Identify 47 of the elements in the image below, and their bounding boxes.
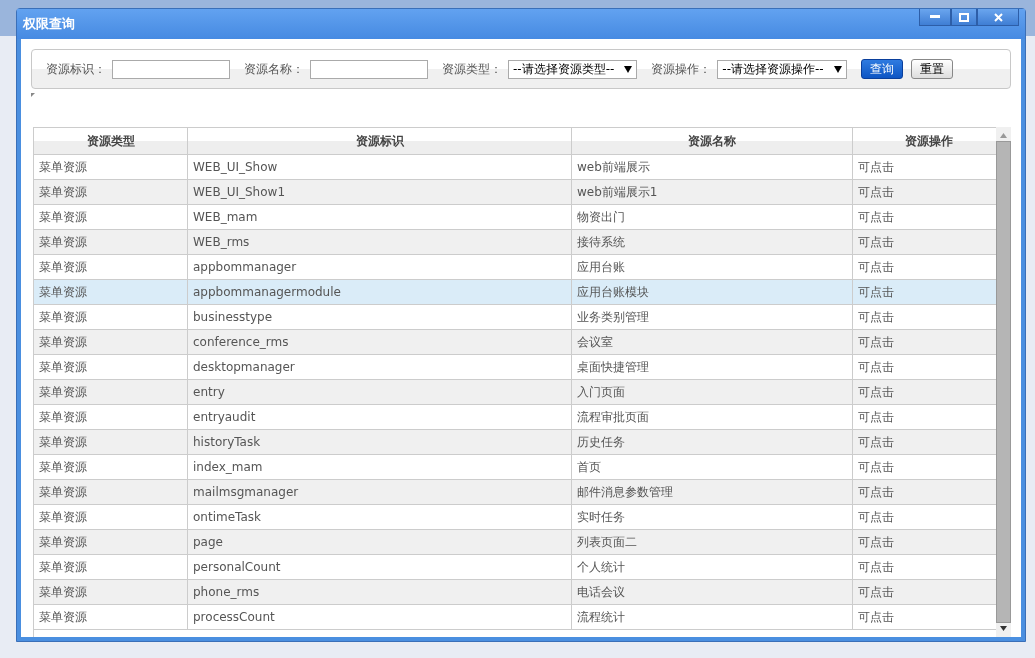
- close-button[interactable]: [977, 9, 1019, 26]
- table-row[interactable]: 菜单资源 WEB_rms 接待系统 可点击: [34, 230, 996, 255]
- input-field[interactable]: [112, 59, 230, 79]
- window-title: 权限查询: [23, 15, 75, 33]
- dropdown-arrow-icon: [833, 65, 842, 73]
- dropdown[interactable]: --请选择资源操作--: [717, 59, 847, 79]
- maximize-button[interactable]: [951, 9, 977, 26]
- reset-button[interactable]: 重置: [910, 59, 953, 79]
- table-row[interactable]: 菜单资源 appbommanagermodule 应用台账模块 可点击: [34, 280, 996, 305]
- column-header[interactable]: 资源类型: [34, 127, 188, 155]
- table-cell: processCount: [188, 605, 572, 630]
- minimize-icon: [930, 15, 940, 19]
- dropdown[interactable]: --请选择资源类型--: [508, 59, 638, 79]
- table-row[interactable]: 菜单资源 businesstype 业务类别管理 可点击: [34, 305, 996, 330]
- field-label: 资源操作：: [651, 60, 712, 78]
- table-row[interactable]: 菜单资源 appbommanager 应用台账 可点击: [34, 255, 996, 280]
- column-header[interactable]: 资源操作: [853, 127, 996, 155]
- table-row[interactable]: 菜单资源 entry 入门页面 可点击: [34, 380, 996, 405]
- table-row[interactable]: 菜单资源 historyTask 历史任务 可点击: [34, 430, 996, 455]
- table-row[interactable]: 菜单资源 WEB_UI_Show web前端展示 可点击: [34, 155, 996, 180]
- table-row[interactable]: 菜单资源 desktopmanager 桌面快捷管理 可点击: [34, 355, 996, 380]
- table-row[interactable]: 菜单资源 index_mam 首页 可点击: [34, 455, 996, 480]
- field-label: 资源标识：: [46, 60, 106, 78]
- table-row[interactable]: 菜单资源 phone_rms 电话会议 可点击: [34, 580, 996, 605]
- maximize-icon: [959, 12, 969, 22]
- column-header[interactable]: 资源标识: [188, 127, 572, 155]
- scroll-down-icon[interactable]: [1000, 626, 1007, 631]
- table-row[interactable]: 菜单资源 ontimeTask 实时任务 可点击: [34, 505, 996, 530]
- dropdown-arrow-icon: [624, 65, 633, 73]
- column-header[interactable]: 资源名称: [572, 127, 853, 155]
- table-row[interactable]: 菜单资源 entryaudit 流程审批页面 可点击: [34, 405, 996, 430]
- minimize-button[interactable]: [919, 9, 951, 26]
- field-label: 资源类型：: [442, 60, 502, 78]
- table-row[interactable]: 菜单资源 personalCount 个人统计 可点击: [34, 555, 996, 580]
- field-label: 资源名称：: [244, 60, 304, 78]
- input-field[interactable]: [310, 59, 428, 79]
- table-row[interactable]: 菜单资源 WEB_UI_Show1 web前端展示1 可点击: [34, 180, 996, 205]
- search-button[interactable]: 查询: [860, 59, 903, 79]
- table-row[interactable]: 菜单资源 conference_rms 会议室 可点击: [34, 330, 996, 355]
- table-row[interactable]: 菜单资源 mailmsgmanager 邮件消息参数管理 可点击: [34, 480, 996, 505]
- table-row[interactable]: 菜单资源 WEB_mam 物资出门 可点击: [34, 205, 996, 230]
- table-cell: 菜单资源: [34, 605, 188, 630]
- close-icon: [993, 12, 1003, 22]
- table-row[interactable]: 菜单资源 page 列表页面二 可点击: [34, 530, 996, 555]
- scroll-up-icon[interactable]: [1000, 133, 1007, 138]
- table-cell: 流程统计: [572, 605, 853, 630]
- table-row[interactable]: 菜单资源 processCount 流程统计 可点击: [34, 605, 996, 630]
